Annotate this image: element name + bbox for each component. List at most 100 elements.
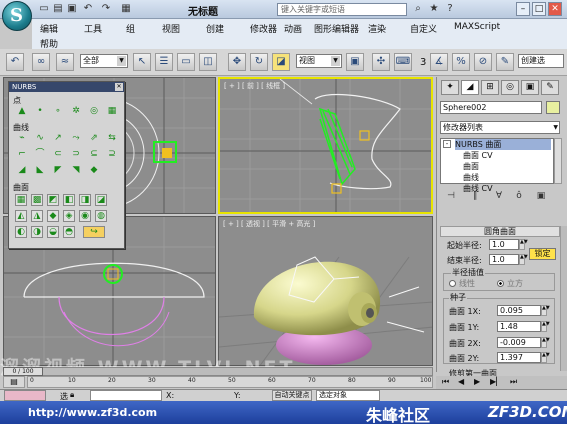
angle-snap-icon[interactable]: %: [452, 53, 470, 71]
surface-mirror-icon[interactable]: ◪: [95, 194, 107, 206]
surface-cv-icon[interactable]: ▦: [15, 194, 27, 206]
interp-linear-radio[interactable]: [449, 280, 456, 287]
scale-icon[interactable]: ◪: [272, 53, 290, 71]
make-unique-icon[interactable]: ∀: [492, 189, 506, 203]
command-panel-scrollbar[interactable]: [560, 226, 567, 371]
rollout-fillet-title[interactable]: 圆角曲面: [440, 226, 560, 237]
keyboard-shortcut-icon[interactable]: ⌨: [394, 53, 412, 71]
curve-fit-icon[interactable]: ↗: [53, 133, 63, 143]
move-icon[interactable]: ✥: [228, 53, 246, 71]
surface-uvloft-icon[interactable]: ◍: [95, 210, 107, 222]
surface-sweep2-icon[interactable]: ◑: [31, 226, 43, 238]
viewport-perspective-label[interactable]: [ + ] [ 透视 ] [ 平滑 + 高光 ]: [223, 219, 315, 229]
surface-offset-icon[interactable]: ◨: [79, 194, 91, 206]
menu-customize[interactable]: 自定义: [410, 22, 437, 35]
go-to-end-icon[interactable]: ⏭: [510, 377, 517, 387]
percent-snap-icon[interactable]: ⊘: [474, 53, 492, 71]
stack-scrollbar[interactable]: [554, 138, 562, 184]
surface-point-icon[interactable]: ▩: [31, 194, 43, 206]
menu-views[interactable]: 视图: [162, 22, 180, 35]
point-surf-curve-icon[interactable]: ▦: [107, 106, 117, 116]
viewport-front-label[interactable]: [ + ] [ 前 ] [ 线框 ]: [224, 81, 285, 91]
curve-cv-icon[interactable]: ⌁: [17, 133, 27, 143]
stack-item-curve[interactable]: 曲线: [463, 172, 479, 183]
surface-uloft-icon[interactable]: ◉: [79, 210, 91, 222]
mini-listener-icon[interactable]: ▤: [3, 376, 25, 388]
curve-iso-icon[interactable]: ⊂: [53, 149, 63, 159]
redo-icon[interactable]: ↷: [100, 3, 112, 15]
stack-item-root[interactable]: NURBS 曲面: [455, 139, 551, 150]
search-input[interactable]: 键入关键字或短语: [277, 3, 407, 16]
curve-iso-u-icon[interactable]: ◥: [71, 165, 81, 175]
pivot-icon[interactable]: ▣: [346, 53, 364, 71]
curve-edge-icon[interactable]: ◣: [35, 165, 45, 175]
project-folder-icon[interactable]: ▦: [120, 3, 132, 15]
object-name-field[interactable]: Sphere002: [440, 101, 542, 114]
surface-transform-icon[interactable]: ◩: [47, 194, 59, 206]
start-radius-spinner-icon[interactable]: ▲▼: [519, 239, 528, 250]
curve-chamfer-icon[interactable]: ⌐: [17, 149, 27, 159]
menu-edit[interactable]: 编辑: [40, 22, 58, 35]
curve-mirror-icon[interactable]: ⇆: [107, 133, 117, 143]
curve-surf-icon[interactable]: ◤: [53, 165, 63, 175]
hierarchy-tab-icon[interactable]: ⊞: [481, 80, 499, 95]
curve-point-icon[interactable]: ∿: [35, 133, 45, 143]
menu-rendering[interactable]: 渲染: [368, 22, 386, 35]
curve-offset-icon[interactable]: ⇗: [89, 133, 99, 143]
start-radius-input[interactable]: 1.0: [489, 239, 519, 250]
surface-multitrim-icon[interactable]: ◓: [63, 226, 75, 238]
named-selection-dropdown[interactable]: 创建选: [518, 54, 564, 68]
bind-spacewarp-icon[interactable]: ≈: [56, 53, 74, 71]
pin-stack-icon[interactable]: ⊣: [444, 189, 458, 203]
help-icon[interactable]: ★: [428, 3, 440, 15]
configure-sets-icon[interactable]: ▣: [534, 189, 548, 203]
point-curve-icon[interactable]: ∘: [53, 106, 63, 116]
menu-tools[interactable]: 工具: [84, 22, 102, 35]
minimize-button[interactable]: –: [516, 2, 530, 16]
remove-modifier-icon[interactable]: ô: [512, 189, 526, 203]
display-tab-icon[interactable]: ▣: [521, 80, 539, 95]
surface-multisided-icon[interactable]: ◒: [47, 226, 59, 238]
point-surface-icon[interactable]: ◎: [89, 106, 99, 116]
surface-ruled-icon[interactable]: ◆: [47, 210, 59, 222]
select-object-icon[interactable]: ↖: [133, 53, 151, 71]
end-radius-input[interactable]: 1.0: [489, 254, 519, 265]
play-icon[interactable]: ▶: [474, 377, 480, 386]
surface1x-spinner-icon[interactable]: ▲▼: [541, 305, 550, 316]
undo-tool-icon[interactable]: ↶: [6, 53, 24, 71]
snap-toggle-icon[interactable]: ∡: [430, 53, 448, 71]
prev-frame-icon[interactable]: ◀: [458, 377, 464, 386]
surface-blend-icon[interactable]: ◧: [63, 194, 75, 206]
surface-fillet-icon[interactable]: ↪: [83, 226, 105, 238]
menu-animation[interactable]: 动画: [284, 22, 302, 35]
utilities-tab-icon[interactable]: ✎: [541, 80, 559, 95]
collapse-icon[interactable]: -: [443, 140, 451, 148]
curve-fillet-icon[interactable]: ⌒: [35, 149, 45, 159]
maximize-button[interactable]: □: [532, 2, 546, 16]
close-button[interactable]: ✕: [548, 2, 562, 16]
next-frame-icon[interactable]: ▶▏: [490, 377, 502, 386]
lock-selection-icon[interactable]: 🔒︎: [70, 390, 80, 401]
surface-lathe-icon[interactable]: ◮: [31, 210, 43, 222]
object-color-swatch[interactable]: [546, 101, 560, 114]
search-icon[interactable]: ⌕: [412, 3, 424, 15]
surface1y-spinner-icon[interactable]: ▲▼: [541, 321, 550, 332]
close-icon[interactable]: ✕: [115, 83, 123, 91]
viewport-front[interactable]: [ + ] [ 前 ] [ 线框 ]: [218, 77, 433, 214]
window-crossing-icon[interactable]: ◫: [199, 53, 217, 71]
point-intersect-icon[interactable]: ✲: [71, 106, 81, 116]
surface-sweep1-icon[interactable]: ◐: [15, 226, 27, 238]
curve-blend-icon[interactable]: ⤳: [71, 133, 81, 143]
menu-graph-editors[interactable]: 图形编辑器: [314, 22, 359, 35]
surface-cap-icon[interactable]: ◈: [63, 210, 75, 222]
time-slider-thumb[interactable]: 0 / 100: [3, 367, 43, 376]
undo-icon[interactable]: ↶: [82, 3, 94, 15]
stack-item-surface-cv[interactable]: 曲面 CV: [463, 150, 493, 161]
interp-cubic-radio[interactable]: [497, 280, 504, 287]
maxscript-listener[interactable]: [4, 390, 46, 401]
surface2x-input[interactable]: -0.009: [497, 337, 541, 348]
create-tab-icon[interactable]: ✦: [441, 80, 459, 95]
time-slider-track[interactable]: [3, 367, 433, 376]
autokey-button[interactable]: 自动关键点: [272, 390, 312, 401]
info-icon[interactable]: ?: [444, 3, 456, 15]
